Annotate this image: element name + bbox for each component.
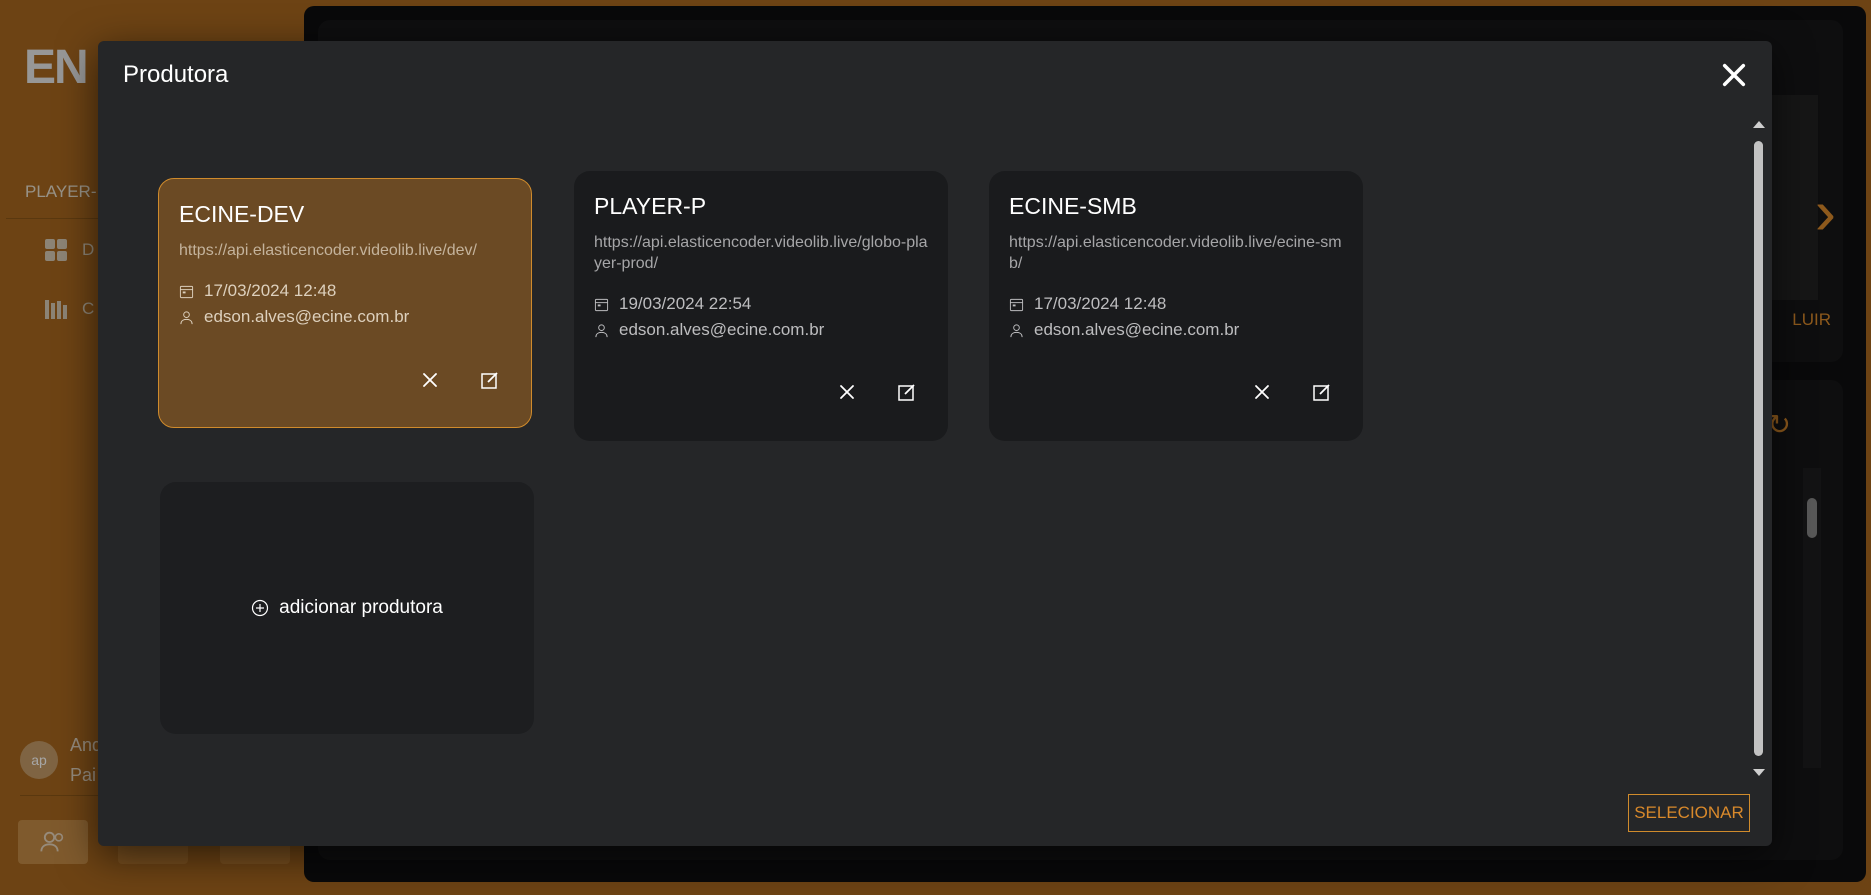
scroll-thumb[interactable] <box>1754 141 1763 756</box>
card-date-row: 17/03/2024 12:48 <box>179 281 511 301</box>
edit-icon[interactable] <box>896 381 918 403</box>
card-actions <box>419 369 501 391</box>
delete-icon[interactable] <box>836 381 858 403</box>
card-date: 17/03/2024 12:48 <box>204 281 337 300</box>
delete-icon[interactable] <box>419 369 441 391</box>
card-url: https://api.elasticencoder.videolib.live… <box>1009 234 1342 272</box>
user-icon <box>595 323 608 337</box>
card-actions <box>836 381 918 403</box>
card-date: 19/03/2024 22:54 <box>619 294 752 313</box>
user-icon <box>180 310 193 324</box>
card-user: edson.alves@ecine.com.br <box>204 307 410 326</box>
produtora-card[interactable]: PLAYER-P https://api.elasticencoder.vide… <box>574 171 948 441</box>
card-date: 17/03/2024 12:48 <box>1034 294 1167 313</box>
card-title: ECINE-SMB <box>1009 193 1137 219</box>
card-title: ECINE-DEV <box>179 201 305 227</box>
card-url: https://api.elasticencoder.videolib.live… <box>179 242 477 259</box>
calendar-icon <box>594 298 609 311</box>
add-circle-icon <box>252 599 269 617</box>
produtora-modal: Produtora ECINE-DEV https://api.elastice… <box>98 41 1772 846</box>
edit-icon[interactable] <box>479 369 501 391</box>
card-user: edson.alves@ecine.com.br <box>619 320 825 339</box>
card-url: https://api.elasticencoder.videolib.live… <box>594 234 928 272</box>
card-user: edson.alves@ecine.com.br <box>1034 320 1240 339</box>
card-date-row: 17/03/2024 12:48 <box>1009 294 1343 314</box>
calendar-icon <box>179 285 194 298</box>
delete-icon[interactable] <box>1251 381 1273 403</box>
scroll-down-icon[interactable] <box>1753 769 1765 776</box>
card-date-row: 19/03/2024 22:54 <box>594 294 928 314</box>
card-title: PLAYER-P <box>594 193 707 219</box>
add-produtora-button[interactable]: adicionar produtora <box>160 482 534 734</box>
close-icon[interactable] <box>1720 61 1748 89</box>
card-user-row: edson.alves@ecine.com.br <box>594 320 928 340</box>
calendar-icon <box>1009 298 1024 311</box>
card-user-row: edson.alves@ecine.com.br <box>179 307 511 327</box>
card-user-row: edson.alves@ecine.com.br <box>1009 320 1343 340</box>
produtora-card[interactable]: ECINE-SMB https://api.elasticencoder.vid… <box>989 171 1363 441</box>
produtora-card[interactable]: ECINE-DEV https://api.elasticencoder.vid… <box>158 178 532 428</box>
select-button[interactable]: SELECIONAR <box>1628 794 1750 832</box>
user-icon <box>1010 323 1023 337</box>
modal-title: Produtora <box>123 61 229 88</box>
scroll-up-icon[interactable] <box>1753 121 1765 128</box>
add-produtora-label: adicionar produtora <box>279 597 443 618</box>
edit-icon[interactable] <box>1311 381 1333 403</box>
card-actions <box>1251 381 1333 403</box>
modal-scrollbar[interactable] <box>1752 121 1766 776</box>
